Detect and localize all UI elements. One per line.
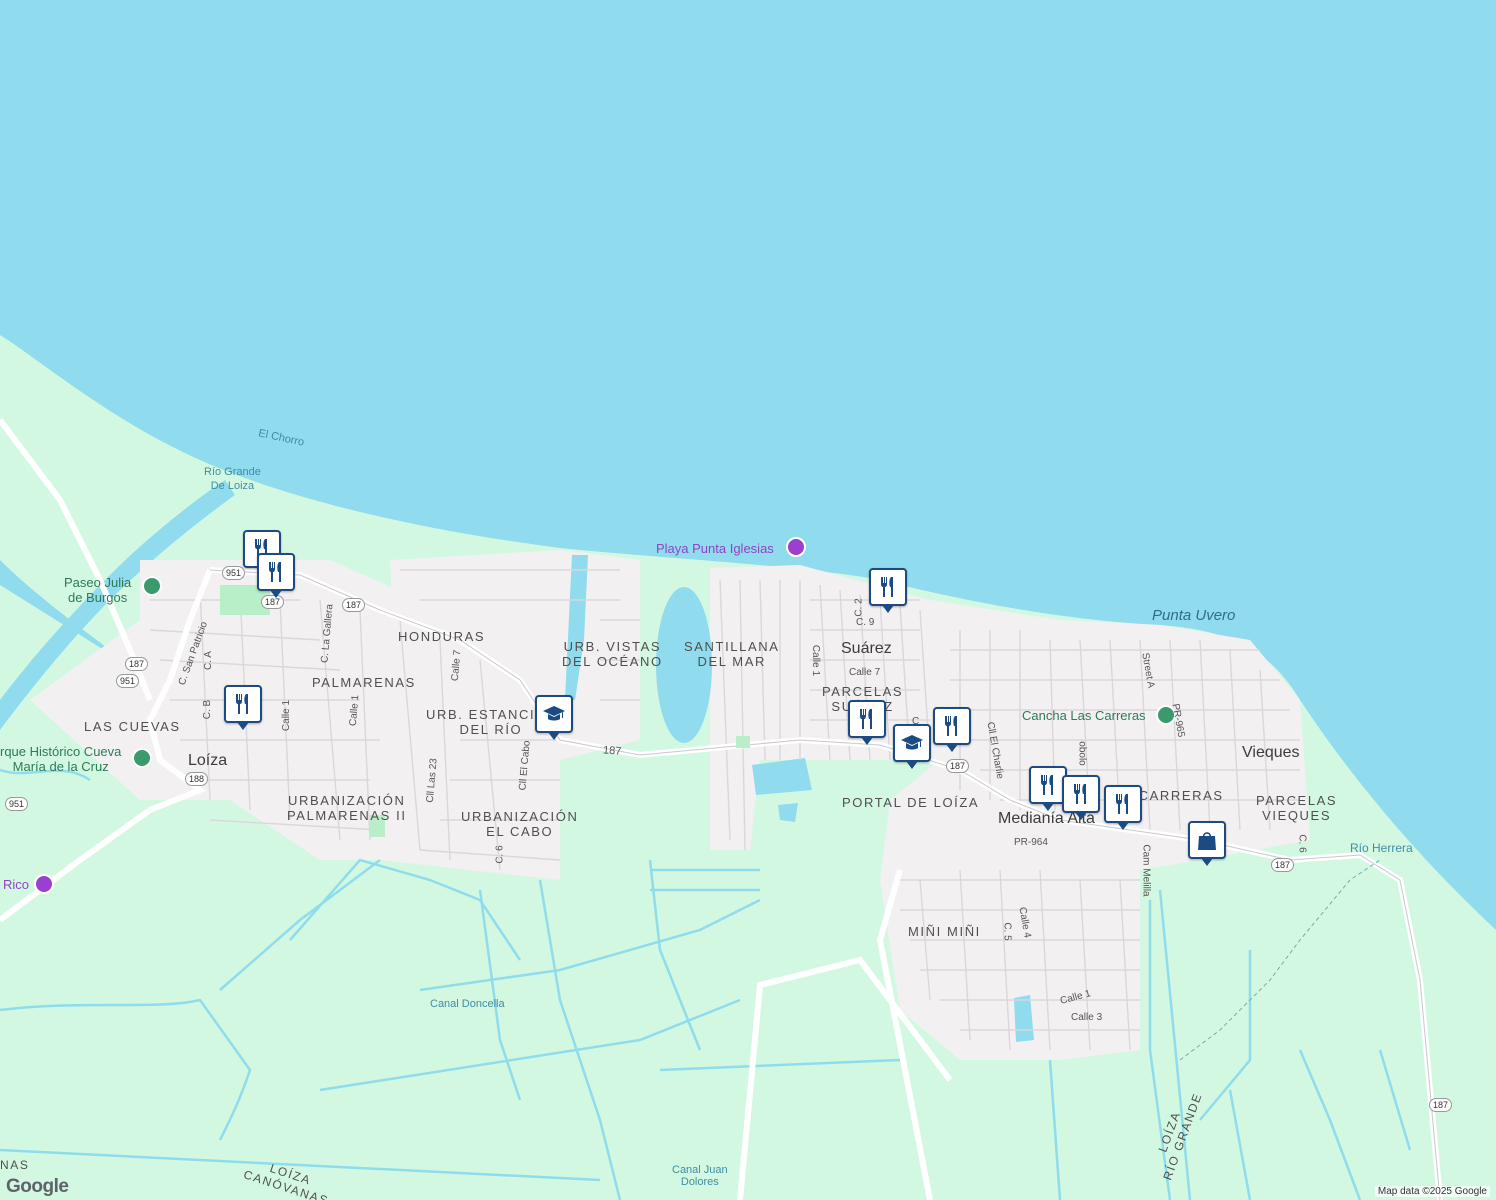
route-shield: 951 bbox=[222, 566, 246, 580]
route-shield: 188 bbox=[185, 772, 209, 786]
hood-urb-palmarenas-ii: URBANIZACIÓN PALMARENAS II bbox=[287, 793, 407, 823]
map-attribution[interactable]: Map data ©2025 Google bbox=[1374, 1186, 1490, 1197]
fork-knife-icon bbox=[860, 709, 872, 729]
fork-knife-icon bbox=[1074, 784, 1086, 804]
hood-urb-el-cabo: URBANIZACIÓN EL CABO bbox=[461, 809, 579, 839]
fork-knife-icon bbox=[881, 577, 893, 597]
route-shield: 951 bbox=[116, 674, 140, 688]
street-cam-melilla: Cam Melilla bbox=[1140, 844, 1152, 897]
street-calle-3: Calle 3 bbox=[1071, 1012, 1103, 1023]
water-rio-herrera: Río Herrera bbox=[1350, 841, 1413, 855]
poi-label-cancha[interactable]: Cancha Las Carreras bbox=[1022, 708, 1146, 723]
street-c-6: C. 6 bbox=[1296, 834, 1308, 853]
water-punta-uvero: Punta Uvero bbox=[1152, 607, 1236, 624]
poi-label-rico[interactable]: Rico bbox=[3, 877, 29, 892]
fork-knife-icon bbox=[1041, 775, 1053, 795]
route-shield: 187 bbox=[1271, 858, 1295, 872]
restaurant-marker[interactable] bbox=[257, 553, 295, 598]
restaurant-marker[interactable] bbox=[869, 568, 907, 613]
street-calle-1: Calle 1 bbox=[281, 699, 293, 732]
shopping-marker[interactable] bbox=[1188, 821, 1226, 866]
route-shield: 187 bbox=[946, 759, 970, 773]
school-marker[interactable] bbox=[893, 724, 931, 769]
school-marker[interactable] bbox=[535, 695, 573, 740]
street-c-5: C. 5 bbox=[1001, 922, 1013, 941]
route-shield: 951 bbox=[5, 797, 29, 811]
place-label-loiza[interactable]: Loíza bbox=[188, 752, 227, 770]
graduation-cap-icon bbox=[901, 735, 923, 750]
street-c-9: C. 9 bbox=[856, 617, 875, 628]
pond-small bbox=[778, 803, 798, 822]
park-santillana bbox=[736, 736, 750, 748]
map-base-layer bbox=[0, 335, 1496, 1200]
camera-icon[interactable] bbox=[34, 874, 54, 894]
hood-parcelas-vieques: PARCELAS VIEQUES bbox=[1256, 793, 1338, 823]
hood-portal-loiza: PORTAL DE LOÍZA bbox=[842, 795, 980, 810]
street-calle-7: Calle 7 bbox=[849, 667, 881, 678]
poi-label-playa[interactable]: Playa Punta Iglesias bbox=[656, 541, 774, 556]
restaurant-marker[interactable] bbox=[933, 707, 971, 752]
fork-knife-icon bbox=[269, 562, 281, 582]
route-shield: 187 bbox=[125, 657, 149, 671]
street-pr-964: PR-964 bbox=[1014, 837, 1048, 848]
street-c-b: C. B bbox=[202, 699, 214, 720]
water-rio-grande-loiza: Río Grande De Loiza bbox=[204, 466, 261, 492]
water-canal-doncella: Canal Doncella bbox=[430, 998, 505, 1010]
google-logo[interactable]: Google bbox=[6, 1176, 69, 1198]
poi-label-paseo[interactable]: Paseo Julia de Burgos bbox=[64, 575, 131, 605]
hood-las-cuevas: LAS CUEVAS bbox=[84, 719, 181, 734]
place-label-suarez[interactable]: Suárez bbox=[841, 640, 892, 658]
boundary-label-nas: NAS bbox=[0, 1158, 30, 1172]
poi-label-parque[interactable]: rque Histórico Cueva María de la Cruz bbox=[0, 744, 121, 774]
street-c-6: C. 6 bbox=[494, 845, 506, 864]
street-c-2: C. 2 bbox=[853, 598, 865, 617]
map-canvas[interactable]: Loíza Suárez Vieques Medianía Alta HONDU… bbox=[0, 0, 1496, 1200]
hood-honduras: HONDURAS bbox=[398, 629, 486, 644]
hood-urb-vistas-oceano: URB. VISTAS DEL OCÉANO bbox=[562, 639, 663, 669]
hood-santillana: SANTILLANA DEL MAR bbox=[684, 639, 780, 669]
water-canal-juan-dolores: Canal Juan Dolores bbox=[672, 1164, 728, 1188]
restaurant-marker[interactable] bbox=[848, 700, 886, 745]
restaurant-marker[interactable] bbox=[224, 685, 262, 730]
tree-icon[interactable] bbox=[132, 748, 152, 768]
restaurant-marker[interactable] bbox=[1062, 775, 1100, 820]
camera-icon[interactable] bbox=[786, 537, 806, 557]
route-shield: 187 bbox=[342, 598, 366, 612]
place-label-vieques[interactable]: Vieques bbox=[1242, 744, 1300, 762]
street-187: 187 bbox=[602, 744, 622, 758]
tree-icon[interactable] bbox=[142, 576, 162, 596]
fork-knife-icon bbox=[236, 694, 248, 714]
fork-knife-icon bbox=[1116, 794, 1128, 814]
street-obolo: obolo bbox=[1076, 741, 1088, 766]
fork-knife-icon bbox=[945, 716, 957, 736]
street-calle-1: Calle 1 bbox=[810, 644, 822, 677]
graduation-cap-icon bbox=[543, 706, 565, 721]
street-c-a: C. A bbox=[202, 651, 214, 670]
shopping-bag-icon bbox=[1198, 832, 1216, 850]
restaurant-marker[interactable] bbox=[1104, 785, 1142, 830]
hood-palmarenas: PALMARENAS bbox=[312, 675, 416, 690]
route-shield: 187 bbox=[1429, 1098, 1453, 1112]
hood-mini-mini: MIÑI MIÑI bbox=[908, 924, 981, 939]
